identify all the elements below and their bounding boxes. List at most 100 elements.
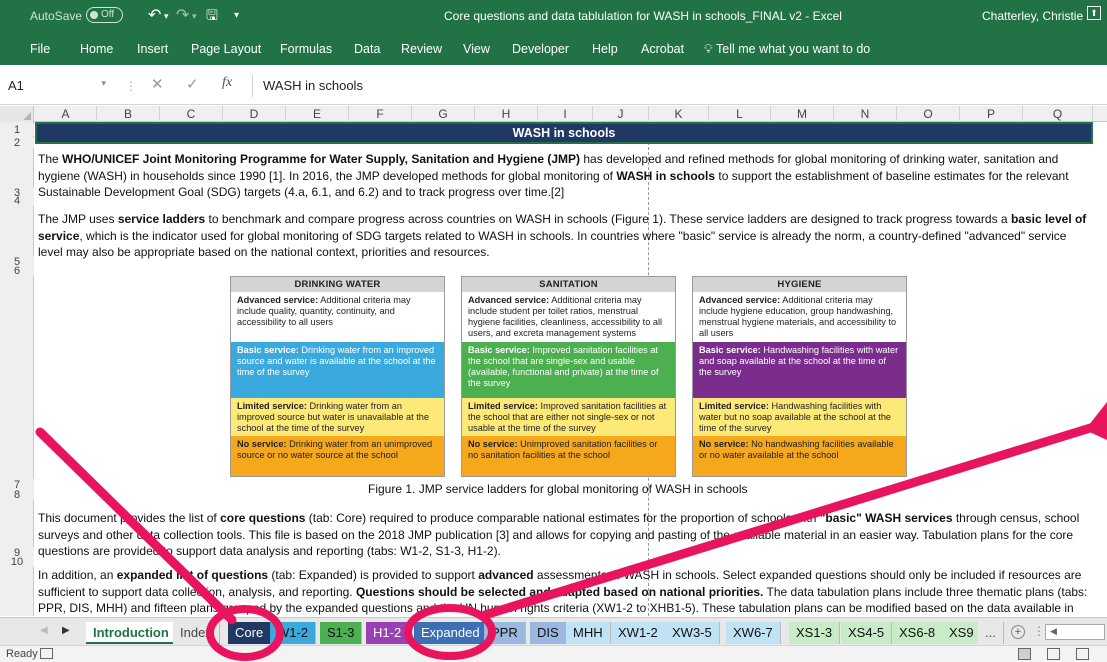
ladder-basic: Basic service: Handwashing facilities wi… [693, 342, 906, 398]
sheet-tab[interactable]: S1-3 [320, 622, 363, 644]
insert-function-icon[interactable]: fx [222, 75, 232, 91]
column-header-q[interactable]: Q [1023, 106, 1093, 122]
column-header-o[interactable]: O [897, 106, 960, 122]
sheet-tabs-bar: ◀ ▶ Introduction Index Core W1-2 S1-3 H1-2 Exp… [0, 617, 1107, 645]
column-header-d[interactable]: D [223, 106, 286, 122]
customize-qat-icon[interactable]: ▾ [234, 10, 239, 21]
intro-paragraph-3[interactable]: This document provides the list of core … [38, 510, 1090, 560]
row-header-4[interactable]: 4 [0, 196, 34, 207]
ribbon-tabs: File Home Insert Page Layout Formulas Da… [0, 35, 1107, 65]
annotation-arrowhead [1085, 402, 1107, 440]
sheet-tab[interactable]: ... [978, 622, 1004, 644]
tab-file[interactable]: File [30, 42, 50, 56]
ladder-none: No service: Unimproved sanitation facili… [462, 436, 675, 476]
sheet-tab[interactable]: XW6-7 [726, 622, 781, 644]
normal-view-icon[interactable] [1018, 648, 1031, 660]
save-icon[interactable]: 🖫 [206, 5, 218, 29]
ladder-title: SANITATION [462, 277, 675, 292]
cancel-entry-icon[interactable]: ✕ [151, 75, 164, 93]
tab-page-layout[interactable]: Page Layout [191, 42, 261, 56]
column-header-f[interactable]: F [349, 106, 412, 122]
sheet-tab[interactable]: PPR [484, 622, 526, 644]
select-all-button[interactable] [0, 106, 34, 122]
sheet-tab[interactable]: XS4-5 [841, 622, 893, 644]
tab-help[interactable]: Help [592, 42, 618, 56]
ladder-none: No service: Drinking water from an unimp… [231, 436, 444, 476]
status-bar: Ready [0, 645, 1107, 662]
sheet-tab[interactable]: Core [228, 622, 272, 644]
autosave-label: AutoSave [30, 9, 83, 23]
ladder-limited: Limited service: Improved sanitation fac… [462, 398, 675, 436]
tab-insert[interactable]: Insert [137, 42, 168, 56]
row-header-10[interactable]: 10 [0, 557, 34, 568]
column-header-g[interactable]: G [412, 106, 475, 122]
sheet-tab[interactable]: DIS [530, 622, 567, 644]
page-layout-view-icon[interactable] [1047, 648, 1060, 660]
row-header-6[interactable]: 6 [0, 266, 34, 277]
sheet-tab[interactable]: Introduction [86, 622, 177, 644]
ribbon-display-options-icon[interactable]: ⬆ [1087, 6, 1101, 20]
tab-home[interactable]: Home [80, 42, 113, 56]
scroll-tabs-right-icon[interactable]: ▶ [62, 625, 70, 636]
scroll-left-icon[interactable]: ◀ [1050, 626, 1057, 637]
sheet-tab[interactable]: XW3-5 [665, 622, 720, 644]
drinking-water-ladder: DRINKING WATER Advanced service: Additio… [230, 276, 445, 477]
sheet-tab[interactable]: XS9 [942, 622, 982, 644]
formula-input[interactable]: WASH in schools [252, 75, 1092, 97]
column-header-k[interactable]: K [649, 106, 709, 122]
undo-dropdown-icon[interactable]: ▾ [164, 11, 169, 22]
column-header-n[interactable]: N [834, 106, 897, 122]
column-header-e[interactable]: E [286, 106, 349, 122]
ladder-title: HYGIENE [693, 277, 906, 292]
scroll-tabs-left-icon[interactable]: ◀ [40, 625, 48, 636]
column-header-c[interactable]: C [160, 106, 223, 122]
name-box[interactable]: A1 ▾ [4, 75, 114, 97]
undo-icon[interactable]: ↶ [148, 5, 161, 25]
column-header-m[interactable]: M [771, 106, 834, 122]
user-name[interactable]: Chatterley, Christie [982, 9, 1083, 23]
figure-caption[interactable]: Figure 1. JMP service ladders for global… [368, 482, 748, 496]
tab-split-grip-icon[interactable]: ⋮ [1033, 624, 1045, 638]
sheet-tab[interactable]: Expanded [414, 622, 488, 644]
column-header-i[interactable]: I [538, 106, 593, 122]
tab-acrobat[interactable]: Acrobat [641, 42, 684, 56]
horizontal-scrollbar[interactable]: ◀ [1045, 624, 1105, 640]
ladder-advanced: Advanced service: Additional criteria ma… [462, 292, 675, 342]
intro-paragraph-1[interactable]: The WHO/UNICEF Joint Monitoring Programm… [38, 151, 1090, 201]
sheet-tab[interactable]: XS1-3 [789, 622, 841, 644]
redo-icon[interactable]: ↷ [176, 5, 189, 25]
page-break-view-icon[interactable] [1076, 648, 1089, 660]
tab-developer[interactable]: Developer [512, 42, 569, 56]
tab-formulas[interactable]: Formulas [280, 42, 332, 56]
tab-review[interactable]: Review [401, 42, 442, 56]
row-header-8[interactable]: 8 [0, 490, 34, 501]
confirm-entry-icon[interactable]: ✓ [186, 75, 199, 93]
intro-paragraph-4[interactable]: In addition, an expanded list of questio… [38, 567, 1090, 617]
redo-dropdown-icon[interactable]: ▾ [192, 11, 197, 22]
tab-view[interactable]: View [463, 42, 490, 56]
column-header-a[interactable]: A [35, 106, 97, 122]
formula-bar-grip-icon[interactable]: ⋮ [125, 79, 137, 93]
column-header-b[interactable]: B [97, 106, 160, 122]
column-header-j[interactable]: J [593, 106, 649, 122]
sheet-tab[interactable]: H1-2 [366, 622, 410, 644]
column-header-p[interactable]: P [960, 106, 1023, 122]
tell-me-search[interactable]: 💡︎ Tell me what you want to do [704, 42, 870, 57]
sheet-tab[interactable]: MHH [566, 622, 611, 644]
tab-data[interactable]: Data [354, 42, 380, 56]
new-sheet-icon[interactable]: + [1011, 625, 1025, 639]
sheet-tab[interactable]: W1-2 [270, 622, 317, 644]
ladder-basic: Basic service: Improved sanitation facil… [462, 342, 675, 398]
column-header-l[interactable]: L [709, 106, 771, 122]
macro-recording-icon[interactable] [40, 648, 53, 659]
sheet-tab[interactable]: XS6-8 [892, 622, 944, 644]
chevron-down-icon[interactable]: ▾ [101, 78, 106, 89]
lightbulb-icon: 💡︎ [704, 42, 713, 56]
column-header-h[interactable]: H [475, 106, 538, 122]
row-header-1[interactable]: 1 [0, 124, 34, 136]
row-header-2[interactable]: 2 [0, 138, 34, 149]
intro-paragraph-2[interactable]: The JMP uses service ladders to benchmar… [38, 211, 1090, 261]
sheet-tab[interactable]: XW1-2 [611, 622, 666, 644]
sheet-tab[interactable]: Index [173, 622, 220, 644]
autosave-toggle[interactable]: Off [86, 7, 123, 23]
